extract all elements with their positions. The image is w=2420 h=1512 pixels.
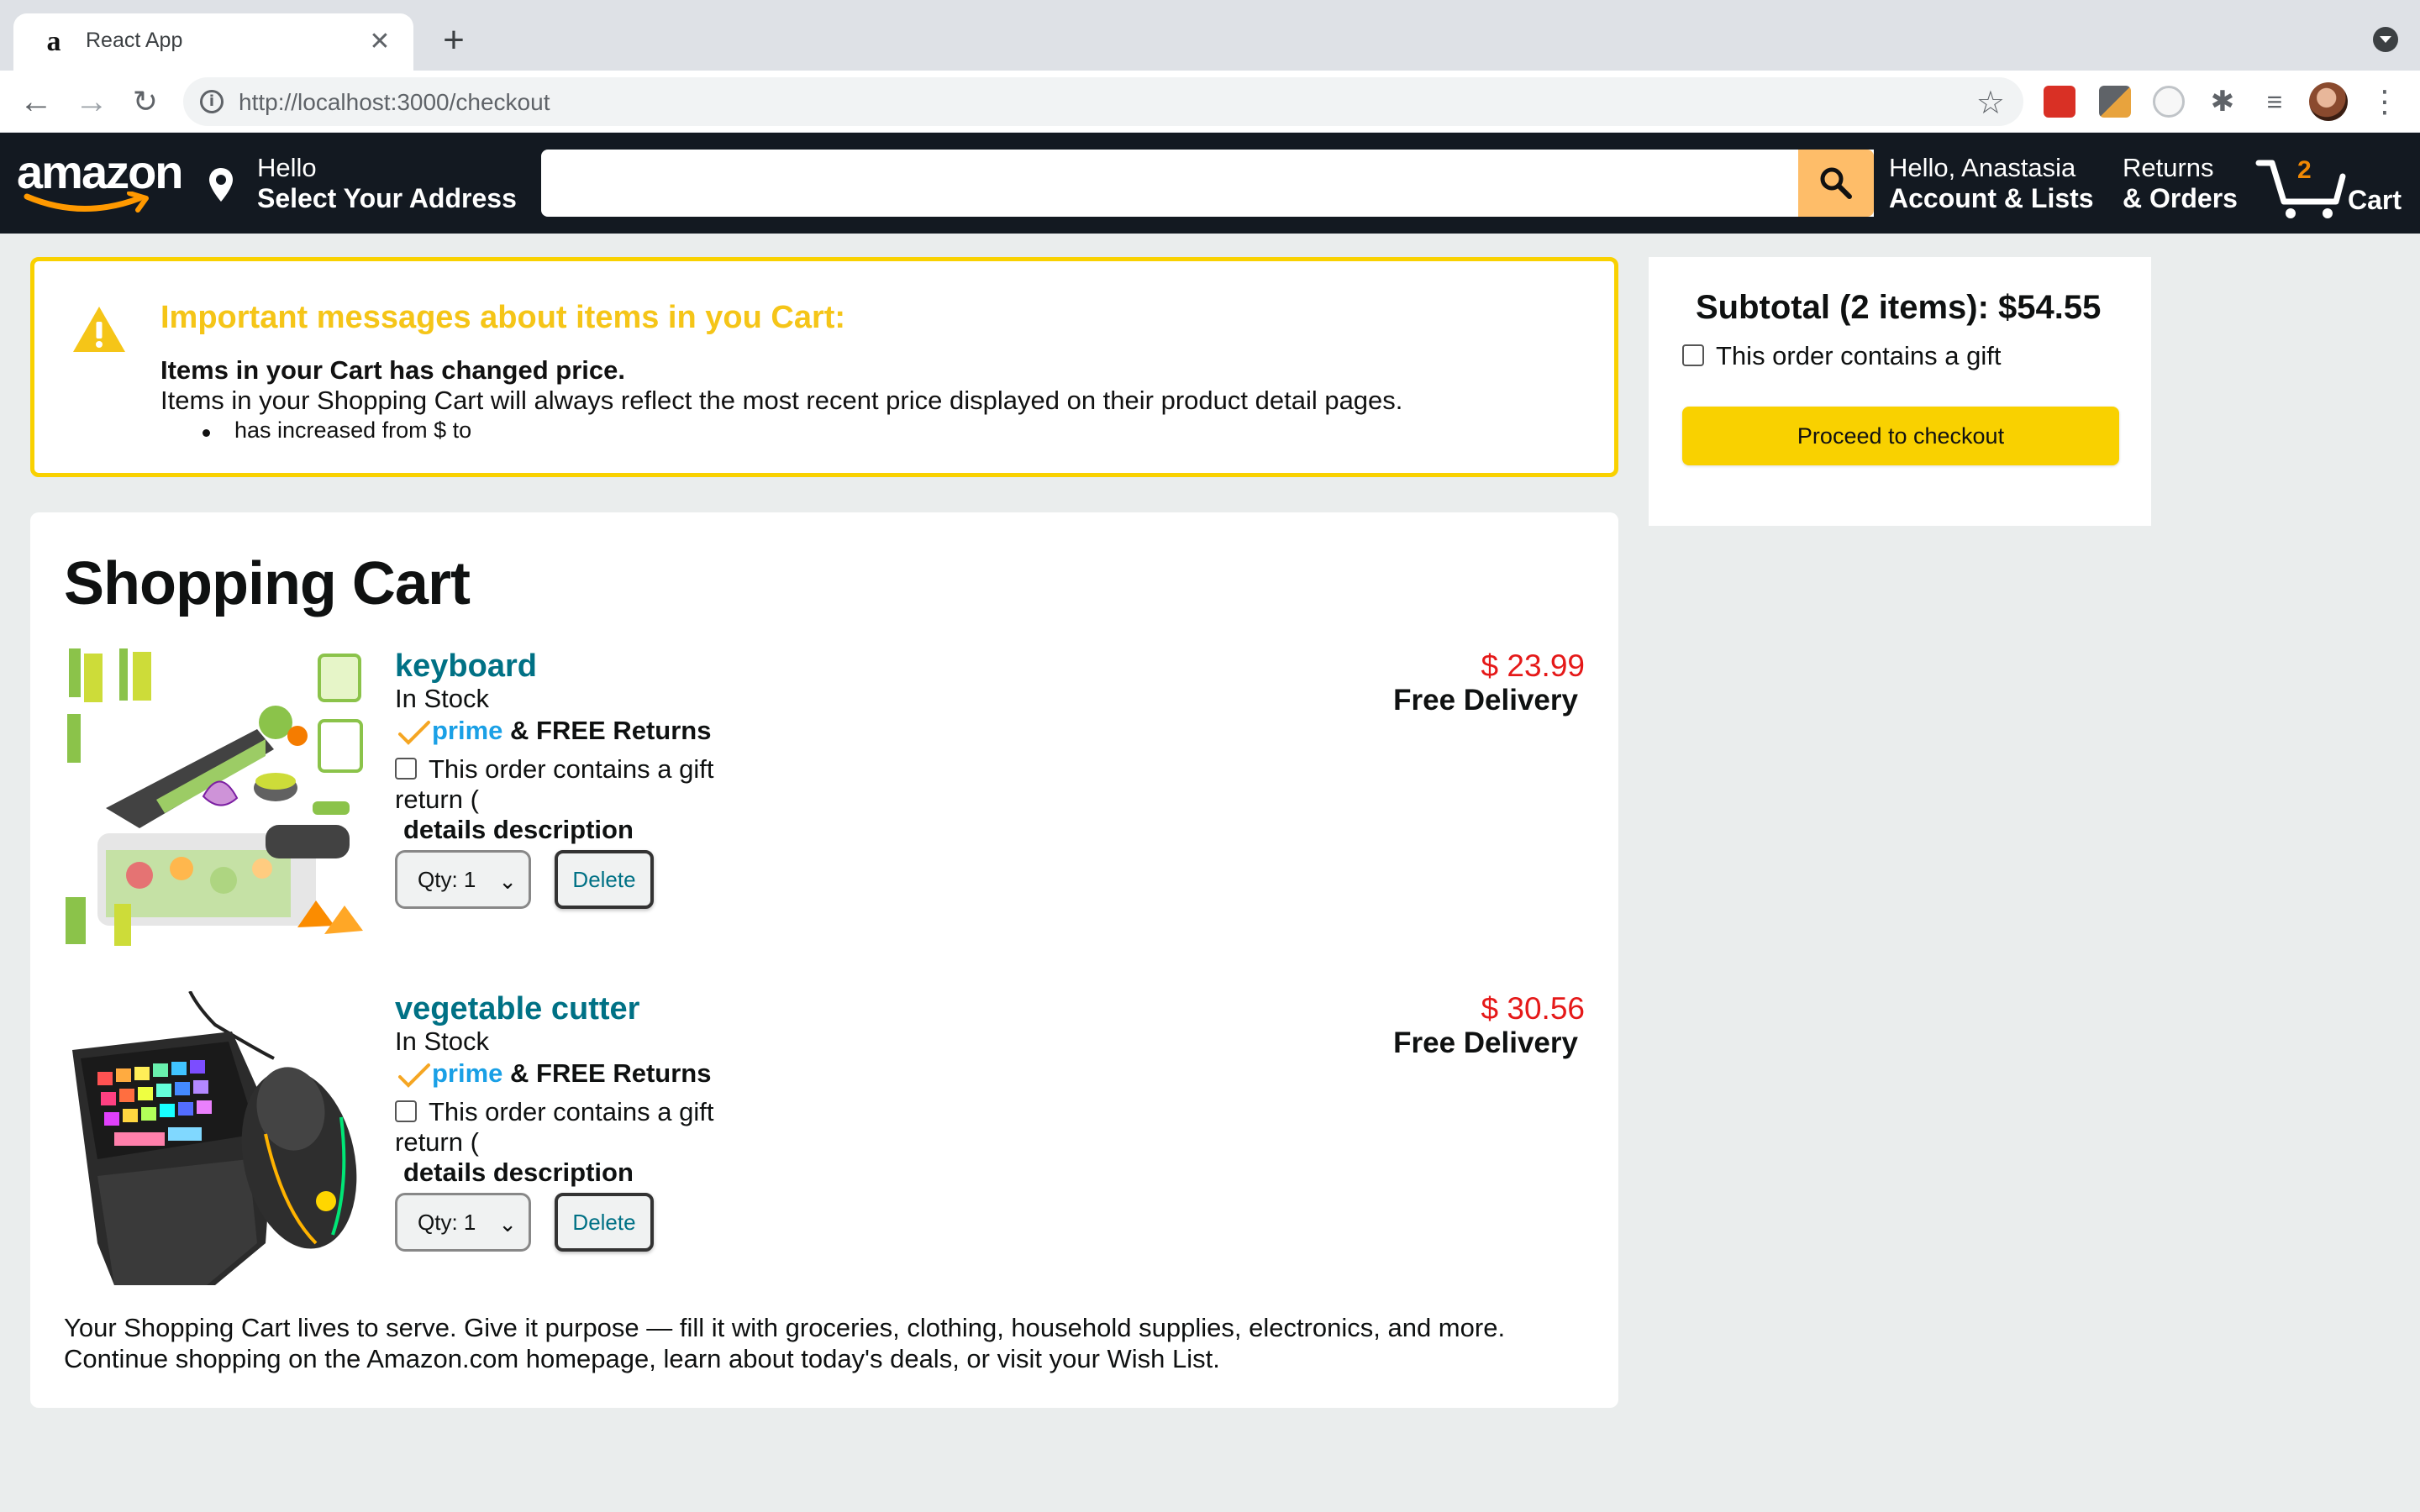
gift-option[interactable]: This order contains a gift xyxy=(1682,341,2001,371)
vegetable-chopper-image[interactable] xyxy=(64,648,366,951)
stock-status: In Stock xyxy=(395,684,489,713)
close-tab-icon[interactable]: ✕ xyxy=(365,27,395,57)
search-button[interactable] xyxy=(1798,150,1874,217)
prime-label: prime xyxy=(432,1058,503,1088)
orders-link[interactable]: & Orders xyxy=(2123,183,2238,214)
free-returns-label: & FREE Returns xyxy=(510,716,712,745)
bookmark-star-icon[interactable]: ☆ xyxy=(1976,84,2005,122)
profile-avatar[interactable] xyxy=(2309,82,2348,121)
chevron-down-icon: ⌄ xyxy=(498,869,517,894)
cart-button[interactable]: 2 Cart xyxy=(2255,153,2415,220)
select-address-link[interactable]: Select Your Address xyxy=(257,183,517,214)
delete-button[interactable]: Delete xyxy=(555,850,654,909)
gift-label: This order contains a gift xyxy=(429,1097,714,1126)
returns-label[interactable]: Returns xyxy=(2123,153,2214,183)
details-text: details description xyxy=(403,1158,634,1187)
notice-line: Items in your Cart has changed price. xyxy=(160,355,625,385)
gift-checkbox[interactable] xyxy=(395,1100,417,1122)
logo-smile-icon xyxy=(24,192,149,213)
browser-toolbar: ← → ↻ i http://localhost:3000/checkout ☆… xyxy=(0,71,2420,133)
prime-label: prime xyxy=(432,716,503,745)
prime-check-icon xyxy=(398,1063,430,1088)
cart-item: keyboard In Stock prime & FREE Returns T… xyxy=(64,648,1585,968)
gift-label: This order contains a gift xyxy=(429,754,714,784)
address-bar[interactable]: i http://localhost:3000/checkout ☆ xyxy=(183,77,2023,126)
item-name-link[interactable]: vegetable cutter xyxy=(395,991,639,1027)
page-title: Shopping Cart xyxy=(64,550,471,617)
notice-bullet: has increased from $ to xyxy=(202,417,472,443)
notice-title: Important messages about items in you Ca… xyxy=(160,300,846,335)
url-path: :3000/checkout xyxy=(390,89,550,115)
quantity-value: Qty: 1 xyxy=(418,1210,476,1235)
url-text[interactable]: http://localhost:3000/checkout xyxy=(239,89,550,116)
browser-menu-icon[interactable]: ⋮ xyxy=(2370,82,2400,121)
browser-tab[interactable]: a React App ✕ xyxy=(13,13,413,71)
gaming-keyboard-mouse-image[interactable] xyxy=(64,991,366,1294)
new-tab-icon[interactable]: + xyxy=(434,22,474,62)
search-icon xyxy=(1820,167,1852,199)
url-host: http://localhost xyxy=(239,89,391,115)
browser-tab-bar: a React App ✕ + xyxy=(0,0,2420,71)
back-arrow-icon[interactable]: ← xyxy=(17,82,55,121)
search-input[interactable] xyxy=(541,150,1874,217)
gift-label: This order contains a gift xyxy=(1716,341,2002,370)
amazon-logo[interactable]: amazon xyxy=(17,144,193,220)
chevron-down-icon: ⌄ xyxy=(498,1211,517,1236)
cart-notice-box: Important messages about items in you Ca… xyxy=(30,257,1618,477)
account-greeting[interactable]: Hello, Anastasia xyxy=(1889,153,2075,183)
location-pin-icon xyxy=(209,168,233,202)
return-text: return ( xyxy=(395,1127,479,1157)
subtotal-amount: Subtotal (2 items): $54.55 xyxy=(1696,289,2102,326)
reload-icon[interactable]: ↻ xyxy=(126,82,165,121)
prime-row: prime & FREE Returns xyxy=(395,716,711,749)
shopping-cart-panel: Shopping Cart keyboard In Stock prime & … xyxy=(30,512,1618,1408)
item-price: $ 30.56 xyxy=(1481,991,1585,1026)
tab-title: React App xyxy=(86,29,183,52)
account-lists-link[interactable]: Account & Lists xyxy=(1889,183,2094,214)
item-price: $ 23.99 xyxy=(1481,648,1585,683)
cart-item: vegetable cutter In Stock prime & FREE R… xyxy=(64,991,1585,1310)
quantity-value: Qty: 1 xyxy=(418,867,476,892)
gift-checkbox[interactable] xyxy=(395,758,417,780)
amazon-favicon-icon: a xyxy=(46,26,61,57)
delete-button[interactable]: Delete xyxy=(555,1193,654,1252)
site-info-icon[interactable]: i xyxy=(200,90,224,113)
extension-red-icon[interactable] xyxy=(2044,86,2075,118)
proceed-to-checkout-button[interactable]: Proceed to checkout xyxy=(1682,407,2119,465)
quantity-select[interactable]: Qty: 1 ⌄ xyxy=(395,1193,531,1252)
cart-footer-text: Your Shopping Cart lives to serve. Give … xyxy=(64,1312,1602,1374)
subtotal-panel: Subtotal (2 items): $54.55 This order co… xyxy=(1649,257,2151,526)
address-greeting[interactable]: Hello xyxy=(257,153,317,183)
cart-label: Cart xyxy=(2348,185,2402,215)
forward-arrow-icon[interactable]: → xyxy=(72,82,111,121)
extensions-puzzle-icon[interactable]: ✱ xyxy=(2207,86,2238,118)
gift-option[interactable]: This order contains a gift xyxy=(395,1097,713,1127)
gift-option[interactable]: This order contains a gift xyxy=(395,754,713,785)
prime-row: prime & FREE Returns xyxy=(395,1058,711,1092)
item-name-link[interactable]: keyboard xyxy=(395,648,537,685)
delivery-label: Free Delivery xyxy=(1393,684,1578,717)
free-returns-label: & FREE Returns xyxy=(510,1058,712,1088)
stock-status: In Stock xyxy=(395,1026,489,1056)
prime-check-icon xyxy=(398,721,430,745)
details-text: details description xyxy=(403,815,634,844)
return-text: return ( xyxy=(395,785,479,814)
footer-line: Continue shopping on the Amazon.com home… xyxy=(64,1344,1220,1373)
quantity-select[interactable]: Qty: 1 ⌄ xyxy=(395,850,531,909)
media-controls-icon[interactable]: ≡ xyxy=(2259,86,2291,118)
delivery-label: Free Delivery xyxy=(1393,1026,1578,1059)
warning-icon xyxy=(73,307,125,352)
extension-circle-icon[interactable] xyxy=(2153,86,2185,118)
footer-line: Your Shopping Cart lives to serve. Give … xyxy=(64,1313,1506,1342)
cart-count: 2 xyxy=(2297,156,2312,184)
notice-description: Items in your Shopping Cart will always … xyxy=(160,386,1403,415)
gift-checkbox[interactable] xyxy=(1682,344,1704,366)
tab-search-icon[interactable] xyxy=(2373,27,2398,52)
extension-eyedropper-icon[interactable] xyxy=(2099,86,2131,118)
site-header: amazon Hello Select Your Address Hello, … xyxy=(0,133,2420,234)
